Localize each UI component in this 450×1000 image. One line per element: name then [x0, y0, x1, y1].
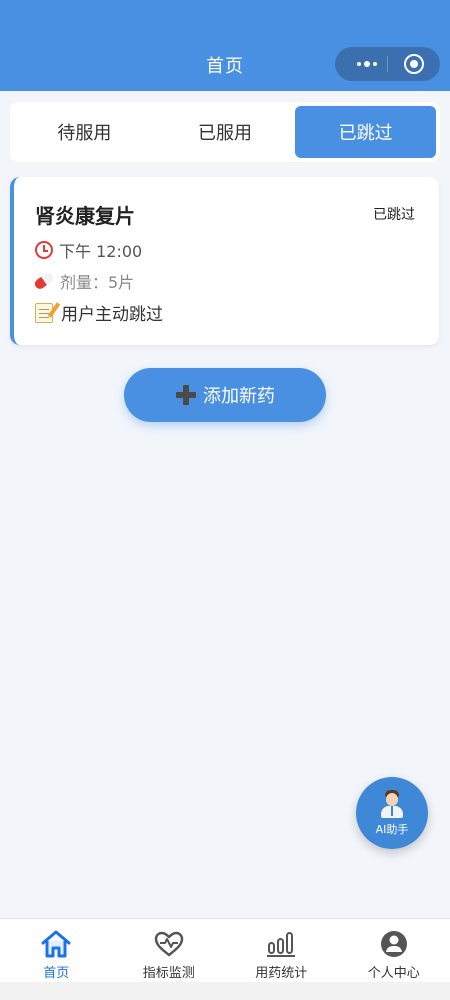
tab-skipped[interactable]: 已跳过 — [295, 106, 437, 158]
tabbar-label-metrics: 指标监测 — [142, 966, 195, 981]
tab-taken[interactable]: 已服用 — [155, 106, 296, 158]
bar-chart-icon — [267, 932, 296, 957]
doctor-icon — [378, 789, 406, 819]
medication-time: 下午 12:00 — [59, 242, 143, 261]
medication-card[interactable]: 肾炎康复片 已跳过 下午 12:00 剂量：5片 用户主动跳过 — [10, 177, 439, 345]
tabbar-item-home[interactable]: 首页 — [0, 919, 113, 982]
ai-assistant-label: AI助手 — [375, 823, 409, 836]
medication-dose: 剂量：5片 — [60, 273, 135, 292]
status-tabs: 待服用 已服用 已跳过 — [10, 102, 440, 162]
home-icon — [41, 930, 71, 958]
add-medicine-button[interactable]: 添加新药 — [124, 368, 326, 422]
close-target-icon[interactable] — [404, 54, 424, 74]
medication-name: 肾炎康复片 — [35, 204, 135, 228]
plus-icon — [175, 384, 197, 406]
tabbar-label-home: 首页 — [43, 966, 70, 981]
medication-time-row: 下午 12:00 — [35, 238, 142, 262]
nav-header: 首页 — [0, 0, 450, 91]
ai-assistant-button[interactable]: AI助手 — [356, 777, 428, 849]
user-icon — [380, 931, 407, 957]
pill-icon — [32, 271, 56, 291]
tabbar-item-metrics[interactable]: 指标监测 — [113, 919, 226, 982]
more-options-icon[interactable] — [349, 47, 385, 81]
alarm-clock-icon — [35, 241, 53, 259]
heart-pulse-icon — [154, 931, 183, 957]
tabbar-item-profile[interactable]: 个人中心 — [338, 919, 450, 982]
tabbar-label-profile: 个人中心 — [367, 966, 420, 981]
add-medicine-label: 添加新药 — [203, 386, 275, 407]
medication-note: 用户主动跳过 — [61, 305, 163, 325]
tabbar-item-stats[interactable]: 用药统计 — [225, 919, 338, 982]
tab-pending[interactable]: 待服用 — [14, 106, 155, 158]
medication-dose-row: 剂量：5片 — [32, 269, 135, 293]
home-indicator-area — [0, 982, 450, 1000]
capsule-divider — [387, 56, 388, 72]
status-badge: 已跳过 — [373, 207, 415, 223]
memo-icon — [35, 302, 53, 323]
mini-program-capsule — [335, 47, 440, 81]
bottom-tabbar: 首页 指标监测 用药统计 个人中心 — [0, 918, 450, 982]
tabbar-label-stats: 用药统计 — [255, 966, 308, 981]
medication-note-row: 用户主动跳过 — [35, 300, 163, 325]
